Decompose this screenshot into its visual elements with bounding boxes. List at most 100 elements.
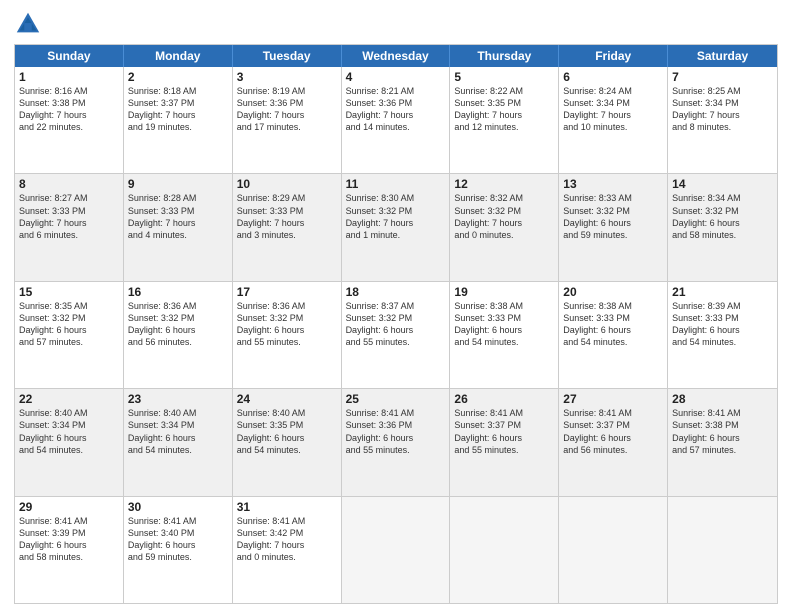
empty-cell: [559, 497, 668, 603]
day-number: 5: [454, 70, 554, 84]
day-number: 20: [563, 285, 663, 299]
calendar-row-4: 22Sunrise: 8:40 AMSunset: 3:34 PMDayligh…: [15, 388, 777, 495]
calendar-header: SundayMondayTuesdayWednesdayThursdayFrid…: [15, 45, 777, 67]
day-info: Sunrise: 8:41 AMSunset: 3:42 PMDaylight:…: [237, 515, 337, 564]
day-number: 21: [672, 285, 773, 299]
day-of-week-monday: Monday: [124, 45, 233, 67]
day-info: Sunrise: 8:35 AMSunset: 3:32 PMDaylight:…: [19, 300, 119, 349]
calendar-body: 1Sunrise: 8:16 AMSunset: 3:38 PMDaylight…: [15, 67, 777, 603]
day-cell-25: 25Sunrise: 8:41 AMSunset: 3:36 PMDayligh…: [342, 389, 451, 495]
day-cell-24: 24Sunrise: 8:40 AMSunset: 3:35 PMDayligh…: [233, 389, 342, 495]
day-cell-21: 21Sunrise: 8:39 AMSunset: 3:33 PMDayligh…: [668, 282, 777, 388]
day-info: Sunrise: 8:19 AMSunset: 3:36 PMDaylight:…: [237, 85, 337, 134]
day-number: 2: [128, 70, 228, 84]
day-number: 14: [672, 177, 773, 191]
day-cell-11: 11Sunrise: 8:30 AMSunset: 3:32 PMDayligh…: [342, 174, 451, 280]
calendar-row-1: 1Sunrise: 8:16 AMSunset: 3:38 PMDaylight…: [15, 67, 777, 173]
header: [14, 10, 778, 38]
day-cell-7: 7Sunrise: 8:25 AMSunset: 3:34 PMDaylight…: [668, 67, 777, 173]
day-cell-26: 26Sunrise: 8:41 AMSunset: 3:37 PMDayligh…: [450, 389, 559, 495]
day-info: Sunrise: 8:41 AMSunset: 3:37 PMDaylight:…: [563, 407, 663, 456]
day-of-week-sunday: Sunday: [15, 45, 124, 67]
day-number: 23: [128, 392, 228, 406]
day-info: Sunrise: 8:34 AMSunset: 3:32 PMDaylight:…: [672, 192, 773, 241]
day-number: 9: [128, 177, 228, 191]
day-info: Sunrise: 8:16 AMSunset: 3:38 PMDaylight:…: [19, 85, 119, 134]
day-info: Sunrise: 8:30 AMSunset: 3:32 PMDaylight:…: [346, 192, 446, 241]
day-cell-22: 22Sunrise: 8:40 AMSunset: 3:34 PMDayligh…: [15, 389, 124, 495]
day-number: 28: [672, 392, 773, 406]
day-number: 17: [237, 285, 337, 299]
day-number: 8: [19, 177, 119, 191]
day-info: Sunrise: 8:29 AMSunset: 3:33 PMDaylight:…: [237, 192, 337, 241]
calendar-row-2: 8Sunrise: 8:27 AMSunset: 3:33 PMDaylight…: [15, 173, 777, 280]
day-info: Sunrise: 8:41 AMSunset: 3:36 PMDaylight:…: [346, 407, 446, 456]
day-number: 12: [454, 177, 554, 191]
day-of-week-saturday: Saturday: [668, 45, 777, 67]
day-cell-28: 28Sunrise: 8:41 AMSunset: 3:38 PMDayligh…: [668, 389, 777, 495]
day-cell-23: 23Sunrise: 8:40 AMSunset: 3:34 PMDayligh…: [124, 389, 233, 495]
day-info: Sunrise: 8:41 AMSunset: 3:37 PMDaylight:…: [454, 407, 554, 456]
day-number: 4: [346, 70, 446, 84]
day-cell-3: 3Sunrise: 8:19 AMSunset: 3:36 PMDaylight…: [233, 67, 342, 173]
day-number: 10: [237, 177, 337, 191]
day-number: 24: [237, 392, 337, 406]
day-info: Sunrise: 8:38 AMSunset: 3:33 PMDaylight:…: [454, 300, 554, 349]
calendar: SundayMondayTuesdayWednesdayThursdayFrid…: [14, 44, 778, 604]
day-of-week-thursday: Thursday: [450, 45, 559, 67]
day-number: 19: [454, 285, 554, 299]
day-number: 22: [19, 392, 119, 406]
day-cell-18: 18Sunrise: 8:37 AMSunset: 3:32 PMDayligh…: [342, 282, 451, 388]
day-cell-15: 15Sunrise: 8:35 AMSunset: 3:32 PMDayligh…: [15, 282, 124, 388]
empty-cell: [450, 497, 559, 603]
calendar-row-3: 15Sunrise: 8:35 AMSunset: 3:32 PMDayligh…: [15, 281, 777, 388]
day-number: 31: [237, 500, 337, 514]
day-info: Sunrise: 8:40 AMSunset: 3:34 PMDaylight:…: [128, 407, 228, 456]
day-info: Sunrise: 8:36 AMSunset: 3:32 PMDaylight:…: [128, 300, 228, 349]
day-info: Sunrise: 8:32 AMSunset: 3:32 PMDaylight:…: [454, 192, 554, 241]
main-container: SundayMondayTuesdayWednesdayThursdayFrid…: [0, 0, 792, 612]
day-cell-29: 29Sunrise: 8:41 AMSunset: 3:39 PMDayligh…: [15, 497, 124, 603]
logo-icon: [14, 10, 42, 38]
day-info: Sunrise: 8:25 AMSunset: 3:34 PMDaylight:…: [672, 85, 773, 134]
day-info: Sunrise: 8:21 AMSunset: 3:36 PMDaylight:…: [346, 85, 446, 134]
day-number: 15: [19, 285, 119, 299]
day-number: 27: [563, 392, 663, 406]
day-number: 3: [237, 70, 337, 84]
day-info: Sunrise: 8:22 AMSunset: 3:35 PMDaylight:…: [454, 85, 554, 134]
day-number: 11: [346, 177, 446, 191]
day-cell-16: 16Sunrise: 8:36 AMSunset: 3:32 PMDayligh…: [124, 282, 233, 388]
day-cell-17: 17Sunrise: 8:36 AMSunset: 3:32 PMDayligh…: [233, 282, 342, 388]
empty-cell: [342, 497, 451, 603]
day-cell-4: 4Sunrise: 8:21 AMSunset: 3:36 PMDaylight…: [342, 67, 451, 173]
day-info: Sunrise: 8:38 AMSunset: 3:33 PMDaylight:…: [563, 300, 663, 349]
day-cell-20: 20Sunrise: 8:38 AMSunset: 3:33 PMDayligh…: [559, 282, 668, 388]
day-cell-1: 1Sunrise: 8:16 AMSunset: 3:38 PMDaylight…: [15, 67, 124, 173]
day-info: Sunrise: 8:40 AMSunset: 3:34 PMDaylight:…: [19, 407, 119, 456]
day-info: Sunrise: 8:27 AMSunset: 3:33 PMDaylight:…: [19, 192, 119, 241]
day-info: Sunrise: 8:41 AMSunset: 3:39 PMDaylight:…: [19, 515, 119, 564]
day-info: Sunrise: 8:37 AMSunset: 3:32 PMDaylight:…: [346, 300, 446, 349]
day-cell-2: 2Sunrise: 8:18 AMSunset: 3:37 PMDaylight…: [124, 67, 233, 173]
day-cell-10: 10Sunrise: 8:29 AMSunset: 3:33 PMDayligh…: [233, 174, 342, 280]
day-number: 18: [346, 285, 446, 299]
day-number: 30: [128, 500, 228, 514]
day-info: Sunrise: 8:18 AMSunset: 3:37 PMDaylight:…: [128, 85, 228, 134]
empty-cell: [668, 497, 777, 603]
day-cell-13: 13Sunrise: 8:33 AMSunset: 3:32 PMDayligh…: [559, 174, 668, 280]
day-number: 25: [346, 392, 446, 406]
day-cell-31: 31Sunrise: 8:41 AMSunset: 3:42 PMDayligh…: [233, 497, 342, 603]
day-number: 7: [672, 70, 773, 84]
day-cell-5: 5Sunrise: 8:22 AMSunset: 3:35 PMDaylight…: [450, 67, 559, 173]
day-info: Sunrise: 8:28 AMSunset: 3:33 PMDaylight:…: [128, 192, 228, 241]
day-info: Sunrise: 8:24 AMSunset: 3:34 PMDaylight:…: [563, 85, 663, 134]
day-cell-6: 6Sunrise: 8:24 AMSunset: 3:34 PMDaylight…: [559, 67, 668, 173]
day-cell-8: 8Sunrise: 8:27 AMSunset: 3:33 PMDaylight…: [15, 174, 124, 280]
day-number: 16: [128, 285, 228, 299]
day-cell-9: 9Sunrise: 8:28 AMSunset: 3:33 PMDaylight…: [124, 174, 233, 280]
logo: [14, 10, 46, 38]
day-info: Sunrise: 8:41 AMSunset: 3:40 PMDaylight:…: [128, 515, 228, 564]
day-number: 29: [19, 500, 119, 514]
day-info: Sunrise: 8:40 AMSunset: 3:35 PMDaylight:…: [237, 407, 337, 456]
day-cell-30: 30Sunrise: 8:41 AMSunset: 3:40 PMDayligh…: [124, 497, 233, 603]
